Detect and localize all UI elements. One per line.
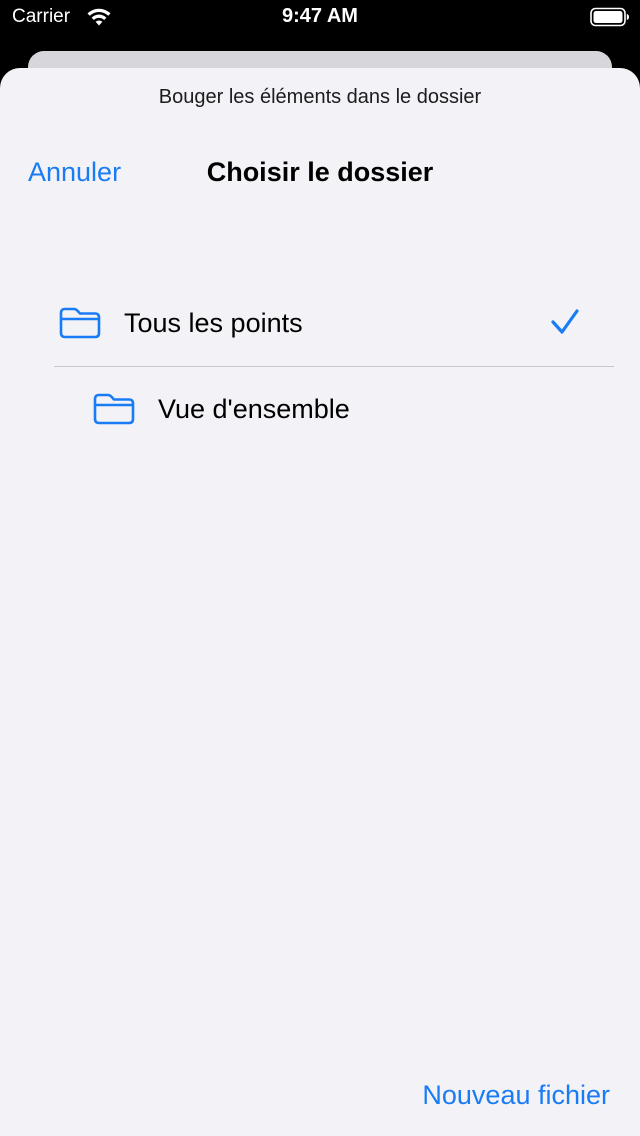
checkmark-icon	[551, 309, 579, 334]
folder-icon	[93, 393, 135, 425]
clock: 9:47 AM	[282, 5, 358, 27]
folder-picker-sheet: Bouger les éléments dans le dossier Annu…	[0, 68, 640, 1136]
folder-label: Tous les points	[124, 308, 303, 338]
new-file-button[interactable]: Nouveau fichier	[422, 1080, 610, 1111]
folder-list: Tous les points Vue d'ensemble	[22, 280, 614, 452]
folder-icon	[59, 307, 101, 339]
status-bar: Carrier 9:47 AM	[0, 0, 640, 40]
folder-label: Vue d'ensemble	[158, 394, 350, 424]
folder-row-vue-d-ensemble[interactable]: Vue d'ensemble	[22, 366, 614, 452]
sheet-prompt: Bouger les éléments dans le dossier	[158, 86, 482, 108]
battery-icon	[590, 7, 629, 27]
folder-row-tous-les-points[interactable]: Tous les points	[22, 280, 614, 366]
page-title: Choisir le dossier	[206, 157, 434, 187]
screen: Carrier 9:47 AM Bouger les éléments dans…	[0, 0, 640, 1136]
